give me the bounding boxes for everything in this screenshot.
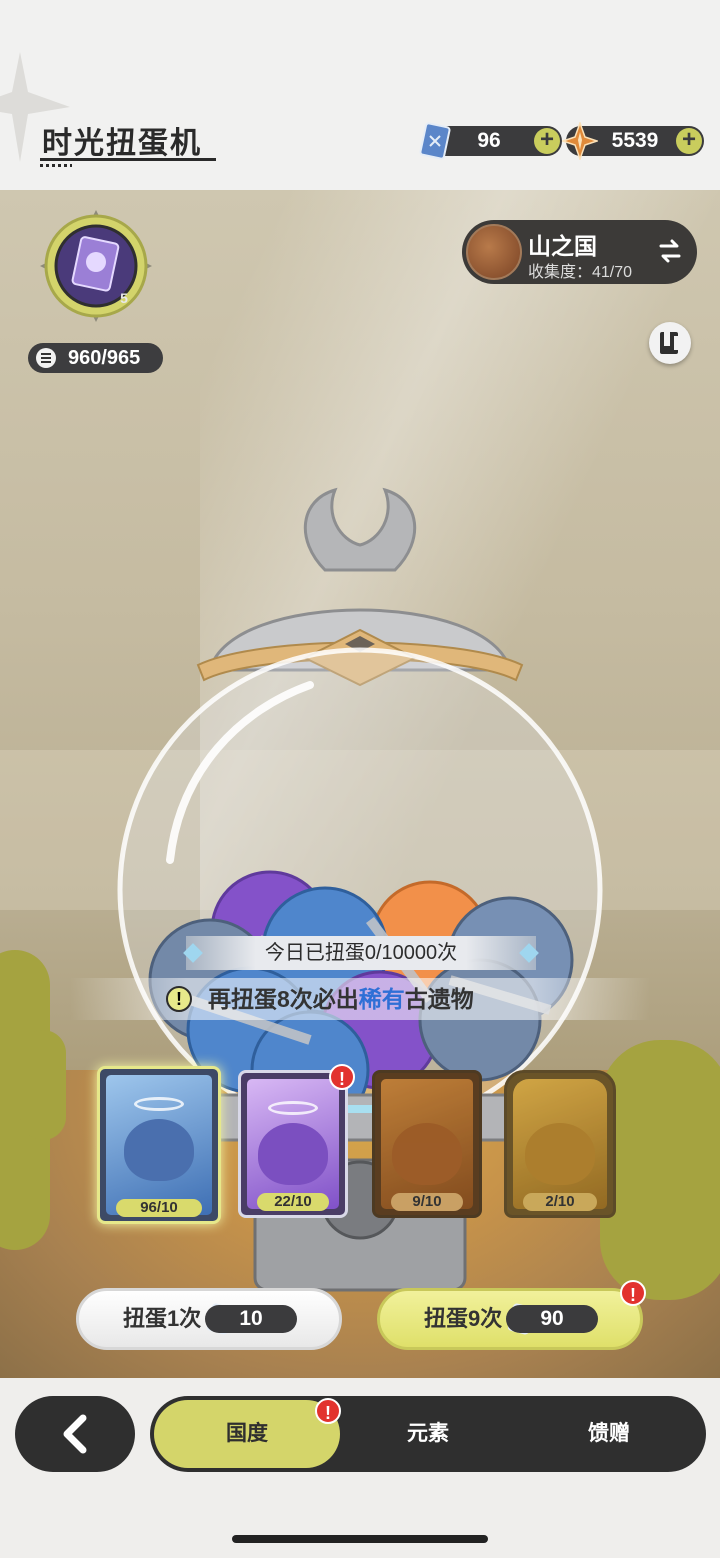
tab-element[interactable]: 元素: [335, 1396, 521, 1472]
card-purple[interactable]: 22/10: [238, 1070, 348, 1218]
card-art: [513, 1079, 607, 1209]
region-progress: 收集度：41/70: [528, 264, 633, 281]
region-name: 山之国: [528, 233, 597, 259]
pity-highlight: 稀有: [358, 986, 405, 1012]
card-art: [381, 1079, 473, 1209]
crystal-currency: 5539 +: [562, 122, 704, 160]
cactus-left-arm: [20, 1030, 66, 1140]
pity-text: 再扭蛋8次必出稀有古遗物: [208, 978, 474, 1020]
header-bar: 时光扭蛋机 96 + 5539 +: [0, 0, 720, 190]
spin-nine-label: 扭蛋9次: [424, 1306, 503, 1331]
info-icon: !: [166, 986, 192, 1012]
spin-once-label: 扭蛋1次: [123, 1306, 202, 1331]
ticket-level-badge: [40, 210, 152, 322]
card-count: 9/10: [391, 1193, 463, 1211]
card-alert-badge: !: [329, 1064, 355, 1090]
card-blue[interactable]: 96/10: [97, 1066, 221, 1224]
region-thumbnail: [466, 224, 522, 280]
page-title: 时光扭蛋机: [42, 127, 202, 160]
card-count: 22/10: [257, 1193, 329, 1211]
back-button[interactable]: [15, 1396, 135, 1472]
spin-nine-alert-badge: !: [620, 1280, 646, 1306]
ticket-progress-badge: 960/965: [28, 343, 163, 373]
card-gold[interactable]: 2/10: [504, 1070, 616, 1218]
swap-icon: [659, 239, 681, 263]
daily-spin-text: 今日已扭蛋0/10000次: [264, 942, 458, 964]
tab-bar: 国度 元素 馈赠: [150, 1396, 706, 1472]
home-indicator: [232, 1535, 488, 1543]
ticket-level: 5: [120, 290, 128, 306]
title-dots: [40, 164, 72, 167]
ticket-progress-text: 960/965: [68, 347, 141, 369]
spin-nine-button[interactable]: 扭蛋9次 90: [377, 1288, 643, 1350]
tab-gift[interactable]: 馈赠: [516, 1396, 702, 1472]
handbook-button[interactable]: [649, 322, 691, 364]
character-portrait: [392, 1123, 462, 1185]
card-art: [247, 1079, 339, 1209]
card-count: 96/10: [116, 1199, 202, 1217]
character-portrait: [124, 1119, 194, 1181]
spin-once-cost: 10: [205, 1305, 297, 1333]
tab-realm[interactable]: 国度: [154, 1396, 340, 1472]
pity-notice: ! 再扭蛋8次必出稀有古遗物: [70, 978, 650, 1020]
halo-icon: [268, 1101, 318, 1115]
character-portrait: [258, 1123, 328, 1185]
card-orange[interactable]: 9/10: [372, 1070, 482, 1218]
spin-nine-cost: 90: [506, 1305, 598, 1333]
tab-alert-badge: !: [315, 1398, 341, 1424]
pity-suffix: 古遗物: [404, 986, 474, 1012]
list-icon: [36, 348, 56, 368]
gacha-scene: 5 960/965 山之国 收集度：41/70 今日已扭蛋0/10000次 ! …: [0, 190, 720, 1378]
ticket-currency: 96 +: [419, 122, 562, 160]
title-underline: [40, 158, 216, 161]
daily-spin-counter: 今日已扭蛋0/10000次: [183, 936, 539, 970]
add-crystal-button[interactable]: +: [676, 128, 702, 154]
book-icon: [660, 332, 678, 354]
halo-icon: [134, 1097, 184, 1111]
card-count: 2/10: [523, 1193, 597, 1211]
pity-prefix: 再扭蛋8次必出: [208, 986, 359, 1012]
spin-once-button[interactable]: 扭蛋1次 10: [76, 1288, 342, 1350]
character-portrait: [525, 1123, 595, 1185]
add-ticket-button[interactable]: +: [534, 128, 560, 154]
cactus-right: [600, 1040, 720, 1300]
card-art: [106, 1075, 212, 1215]
chevron-left-icon: [63, 1414, 87, 1454]
region-selector[interactable]: 山之国 收集度：41/70: [462, 220, 697, 284]
